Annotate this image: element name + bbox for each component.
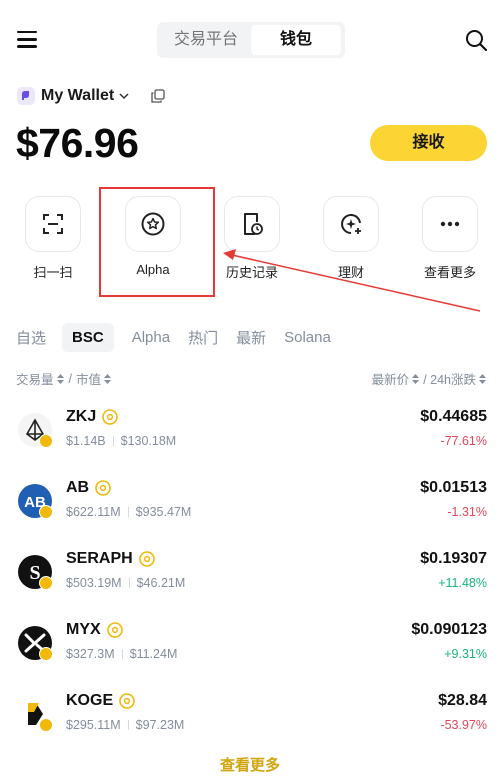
sort-arrows-icon[interactable] bbox=[104, 373, 112, 384]
token-mcap: $11.24M bbox=[129, 647, 178, 661]
token-volume: $295.11M bbox=[66, 718, 121, 732]
hamburger-menu-icon[interactable] bbox=[17, 31, 37, 49]
token-symbol: ZKJ bbox=[66, 408, 119, 426]
token-volume: $503.19M bbox=[66, 576, 122, 590]
token-symbol: AB bbox=[66, 479, 111, 497]
token-symbol-text: ZKJ bbox=[66, 408, 97, 425]
token-row[interactable]: KOGE $295.11M $97.23M $28.84 -53.97% bbox=[0, 686, 500, 746]
tab-solana[interactable]: Solana bbox=[284, 329, 331, 346]
token-change: -53.97% bbox=[440, 718, 487, 732]
token-row[interactable]: ZKJ $1.14B $130.18M $0.44685 -77.61% bbox=[0, 402, 500, 462]
token-symbol-text: SERAPH bbox=[66, 550, 133, 567]
token-change: -1.31% bbox=[447, 505, 487, 519]
token-price: $0.19307 bbox=[420, 550, 487, 567]
star-circle-icon bbox=[141, 212, 165, 236]
sort-arrows-icon[interactable] bbox=[479, 373, 486, 384]
sort-price-label[interactable]: 最新价 bbox=[372, 369, 410, 388]
wallet-name: My Wallet bbox=[41, 87, 115, 104]
token-volume: $1.14B bbox=[66, 434, 106, 448]
sort-change-label[interactable]: / 24h涨跌 bbox=[423, 369, 476, 388]
sort-header-left: 交易量 / 市值 bbox=[16, 369, 115, 388]
token-row[interactable]: S SERAPH $503.19M $46.21M $0.19307 +11.48… bbox=[0, 544, 500, 604]
action-scan-label: 扫一扫 bbox=[33, 265, 73, 280]
action-more[interactable]: 查看更多 bbox=[410, 196, 490, 281]
token-mcap: $46.21M bbox=[136, 576, 186, 590]
token-stats: $327.3M $11.24M bbox=[66, 647, 177, 661]
token-row[interactable]: AB AB $622.11M $935.47M $0.01513 -1.31% bbox=[0, 473, 500, 533]
tab-new[interactable]: 最新 bbox=[236, 327, 266, 348]
sort-arrows-icon[interactable] bbox=[412, 373, 420, 384]
wallet-selector[interactable]: My Wallet bbox=[17, 86, 130, 106]
sort-mcap-label[interactable]: 市值 bbox=[76, 369, 101, 388]
total-balance: $76.96 bbox=[16, 120, 139, 166]
token-symbol: MYX bbox=[66, 621, 123, 639]
token-mcap: $935.47M bbox=[135, 505, 192, 519]
more-icon bbox=[440, 221, 460, 227]
tab-wallet[interactable]: 钱包 bbox=[251, 25, 341, 55]
action-earn[interactable]: 理财 bbox=[311, 196, 391, 281]
tab-exchange[interactable]: 交易平台 bbox=[161, 25, 251, 55]
token-symbol-text: AB bbox=[66, 479, 90, 496]
action-alpha[interactable]: Alpha bbox=[113, 196, 193, 277]
action-alpha-label: Alpha bbox=[136, 262, 170, 277]
token-change: -77.61% bbox=[440, 434, 487, 448]
token-price: $0.090123 bbox=[411, 621, 487, 638]
token-volume: $622.11M bbox=[66, 505, 121, 519]
action-more-label: 查看更多 bbox=[423, 265, 476, 280]
sort-header-right: 最新价 / 24h涨跌 bbox=[372, 369, 490, 388]
history-icon bbox=[244, 213, 263, 235]
copy-icon[interactable] bbox=[151, 89, 165, 103]
action-scan[interactable]: 扫一扫 bbox=[13, 196, 93, 281]
token-mcap: $130.18M bbox=[120, 434, 177, 448]
alpha-badge-icon bbox=[95, 480, 111, 496]
token-stats: $1.14B $130.18M bbox=[66, 434, 176, 448]
top-bar: 交易平台 钱包 bbox=[0, 0, 500, 80]
token-change: +9.31% bbox=[444, 647, 487, 661]
action-earn-label: 理财 bbox=[337, 265, 364, 280]
token-change: +11.48% bbox=[438, 576, 487, 590]
action-history-label: 历史记录 bbox=[225, 265, 278, 280]
token-stats: $503.19M $46.21M bbox=[66, 576, 185, 590]
token-stats: $622.11M $935.47M bbox=[66, 505, 191, 519]
token-volume: $327.3M bbox=[66, 647, 115, 661]
action-history[interactable]: 历史记录 bbox=[212, 196, 292, 281]
scan-icon bbox=[43, 214, 63, 234]
tab-alpha[interactable]: Alpha bbox=[132, 329, 170, 346]
token-mcap: $97.23M bbox=[135, 718, 185, 732]
tab-bsc[interactable]: BSC bbox=[62, 322, 114, 352]
bnb-chain-badge-icon bbox=[39, 647, 53, 661]
token-price: $28.84 bbox=[438, 692, 487, 709]
mode-switch: 交易平台 钱包 bbox=[157, 22, 345, 58]
alpha-badge-icon bbox=[119, 693, 135, 709]
alpha-badge-icon bbox=[106, 622, 123, 638]
token-symbol: KOGE bbox=[66, 692, 135, 710]
chevron-down-icon bbox=[119, 93, 129, 100]
token-symbol-text: KOGE bbox=[66, 692, 114, 709]
token-symbol-text: MYX bbox=[66, 621, 101, 638]
bnb-chain-badge-icon bbox=[39, 505, 53, 519]
bnb-chain-badge-icon bbox=[39, 718, 53, 732]
token-price: $0.01513 bbox=[420, 479, 487, 496]
token-symbol: SERAPH bbox=[66, 550, 155, 568]
token-price: $0.44685 bbox=[420, 408, 487, 425]
sort-arrows-icon[interactable] bbox=[56, 373, 64, 384]
see-more-link[interactable]: 查看更多 bbox=[0, 754, 500, 775]
category-tabs: 自选 BSC Alpha 热门 最新 Solana bbox=[16, 322, 349, 352]
alpha-badge-icon bbox=[102, 409, 119, 425]
bnb-chain-badge-icon bbox=[39, 576, 53, 590]
tab-hot[interactable]: 热门 bbox=[188, 327, 218, 348]
token-row[interactable]: MYX $327.3M $11.24M $0.090123 +9.31% bbox=[0, 615, 500, 675]
earn-icon bbox=[341, 214, 361, 234]
wallet-logo-icon bbox=[17, 87, 35, 105]
bnb-chain-badge-icon bbox=[39, 434, 53, 448]
receive-button[interactable]: 接收 bbox=[370, 125, 487, 161]
tab-watchlist[interactable]: 自选 bbox=[16, 327, 46, 348]
alpha-badge-icon bbox=[138, 551, 155, 567]
sort-volume-label[interactable]: 交易量 bbox=[16, 369, 54, 388]
search-icon[interactable] bbox=[464, 28, 488, 52]
token-stats: $295.11M $97.23M bbox=[66, 718, 184, 732]
